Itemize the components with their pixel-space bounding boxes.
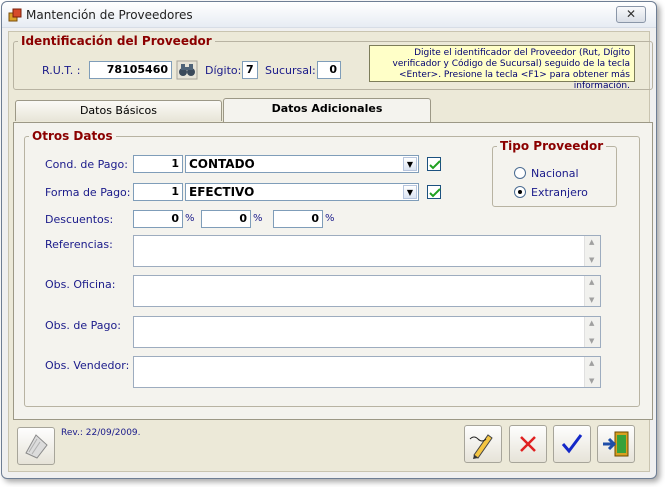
app-icon <box>8 8 22 22</box>
tab-datos-basicos[interactable]: Datos Básicos <box>15 100 222 121</box>
office-notes-textarea[interactable]: ▲ ▼ <box>133 275 601 307</box>
close-button[interactable]: ✕ <box>616 6 646 23</box>
payment-condition-label: Cond. de Pago: <box>45 158 128 171</box>
tab-datos-adicionales[interactable]: Datos Adicionales <box>223 98 431 122</box>
scrollbar[interactable]: ▲ ▼ <box>584 317 600 347</box>
radio-extranjero[interactable] <box>514 186 526 198</box>
discount-2-input[interactable]: 0 <box>201 210 251 228</box>
rut-label: R.U.T. : <box>42 64 81 77</box>
binoculars-icon[interactable] <box>176 60 198 80</box>
payment-condition-checkbox[interactable] <box>427 157 441 171</box>
seller-notes-label: Obs. Vendedor: <box>45 359 130 372</box>
rut-input[interactable]: 78105460 <box>89 61 172 79</box>
references-label: Referencias: <box>45 238 113 251</box>
radio-extranjero-label[interactable]: Extranjero <box>531 186 588 199</box>
client-area: Identificación del Proveedor R.U.T. : 78… <box>8 31 653 472</box>
exit-door-icon <box>603 431 629 457</box>
notepad-icon <box>25 434 48 459</box>
scrollbar[interactable]: ▲ ▼ <box>584 236 600 266</box>
branch-label: Sucursal: <box>265 64 316 77</box>
confirm-button[interactable] <box>553 425 591 463</box>
payment-method-code[interactable]: 1 <box>133 183 183 201</box>
checkmark-icon <box>429 160 441 170</box>
supplier-type-legend: Tipo Proveedor <box>500 139 604 153</box>
discount-1-input[interactable]: 0 <box>133 210 183 228</box>
notepad-button[interactable] <box>17 427 55 465</box>
payment-condition-value: CONTADO <box>189 157 255 171</box>
payment-method-value: EFECTIVO <box>189 185 255 199</box>
identification-legend: Identificación del Proveedor <box>21 34 212 48</box>
help-hint: Digite el identificador del Proveedor (R… <box>369 45 635 91</box>
confirm-check-icon <box>561 434 583 454</box>
checkmark-icon <box>429 188 441 198</box>
radio-nacional[interactable] <box>514 167 526 179</box>
payment-method-checkbox[interactable] <box>427 185 441 199</box>
edit-pencil-icon <box>469 434 493 459</box>
window-title: Mantención de Proveedores <box>26 8 193 22</box>
discount-3-input[interactable]: 0 <box>273 210 323 228</box>
payment-notes-label: Obs. de Pago: <box>45 319 121 332</box>
delete-x-icon <box>520 436 536 452</box>
radio-nacional-label[interactable]: Nacional <box>531 167 579 180</box>
seller-notes-textarea[interactable]: ▲ ▼ <box>133 356 601 388</box>
discount-1-unit: % <box>185 213 195 224</box>
chevron-down-icon[interactable]: ▼ <box>403 185 417 199</box>
discount-2-unit: % <box>253 213 263 224</box>
digit-input[interactable]: 7 <box>242 61 258 79</box>
other-data-legend: Otros Datos <box>32 129 113 143</box>
edit-button[interactable] <box>464 425 502 463</box>
payment-condition-code[interactable]: 1 <box>133 155 183 173</box>
main-window: Mantención de Proveedores ✕ Identificaci… <box>1 1 657 479</box>
discount-3-unit: % <box>325 213 335 224</box>
tab-panel: Otros Datos Cond. de Pago: 1 CONTADO ▼ F… <box>13 122 653 420</box>
discounts-label: Descuentos: <box>45 213 114 226</box>
revision-text: Rev.: 22/09/2009. <box>61 428 141 438</box>
payment-method-label: Forma de Pago: <box>45 186 131 199</box>
payment-method-select[interactable]: EFECTIVO ▼ <box>185 183 419 201</box>
delete-button[interactable] <box>509 425 547 463</box>
scrollbar[interactable]: ▲ ▼ <box>584 357 600 387</box>
payment-condition-select[interactable]: CONTADO ▼ <box>185 155 419 173</box>
title-bar: Mantención de Proveedores ✕ <box>2 2 656 28</box>
scrollbar[interactable]: ▲ ▼ <box>584 276 600 306</box>
payment-notes-textarea[interactable]: ▲ ▼ <box>133 316 601 348</box>
office-notes-label: Obs. Oficina: <box>45 278 116 291</box>
chevron-down-icon[interactable]: ▼ <box>403 157 417 171</box>
branch-input[interactable]: 0 <box>317 61 341 79</box>
references-textarea[interactable]: ▲ ▼ <box>133 235 601 267</box>
digit-label: Dígito: <box>205 64 242 77</box>
exit-button[interactable] <box>597 425 635 463</box>
